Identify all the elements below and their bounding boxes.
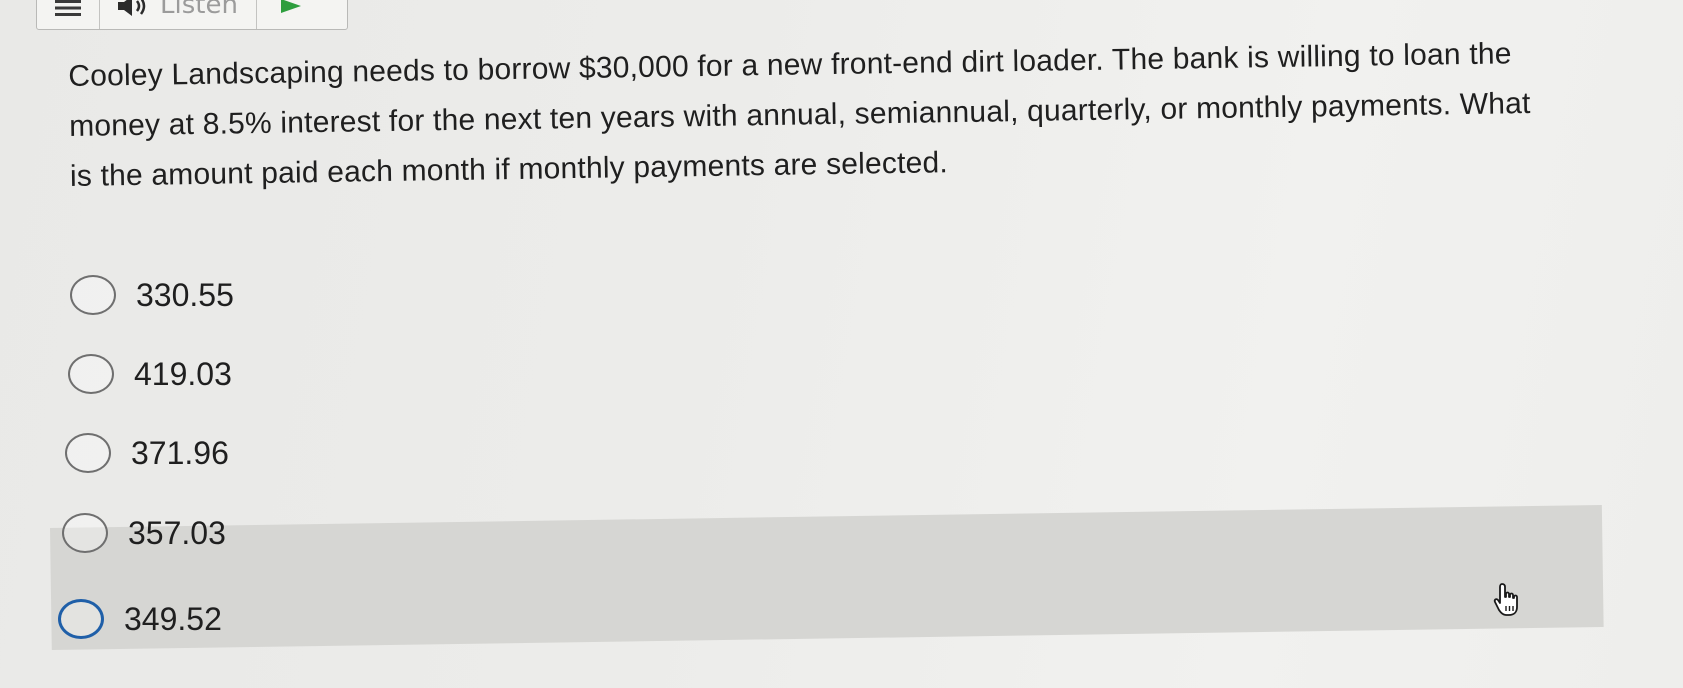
option-label: 357.03 xyxy=(128,514,226,551)
radio-button[interactable] xyxy=(62,513,108,553)
option-label: 330.55 xyxy=(136,276,234,313)
option-349-52[interactable]: 349.52 xyxy=(58,589,222,649)
radio-button[interactable] xyxy=(58,599,104,639)
radio-button[interactable] xyxy=(68,354,114,394)
answer-options: 330.55 419.03 371.96 357.03 349.52 xyxy=(0,0,1683,688)
option-371-96[interactable]: 371.96 xyxy=(65,423,229,483)
option-label: 419.03 xyxy=(134,355,232,392)
option-419-03[interactable]: 419.03 xyxy=(68,344,232,404)
option-label: 349.52 xyxy=(124,600,222,637)
option-label: 371.96 xyxy=(131,434,229,471)
hand-pointer-cursor-icon xyxy=(1493,582,1527,623)
radio-button[interactable] xyxy=(65,433,111,473)
option-330-55[interactable]: 330.55 xyxy=(70,265,234,325)
option-357-03[interactable]: 357.03 xyxy=(62,503,226,563)
radio-button[interactable] xyxy=(70,275,116,315)
